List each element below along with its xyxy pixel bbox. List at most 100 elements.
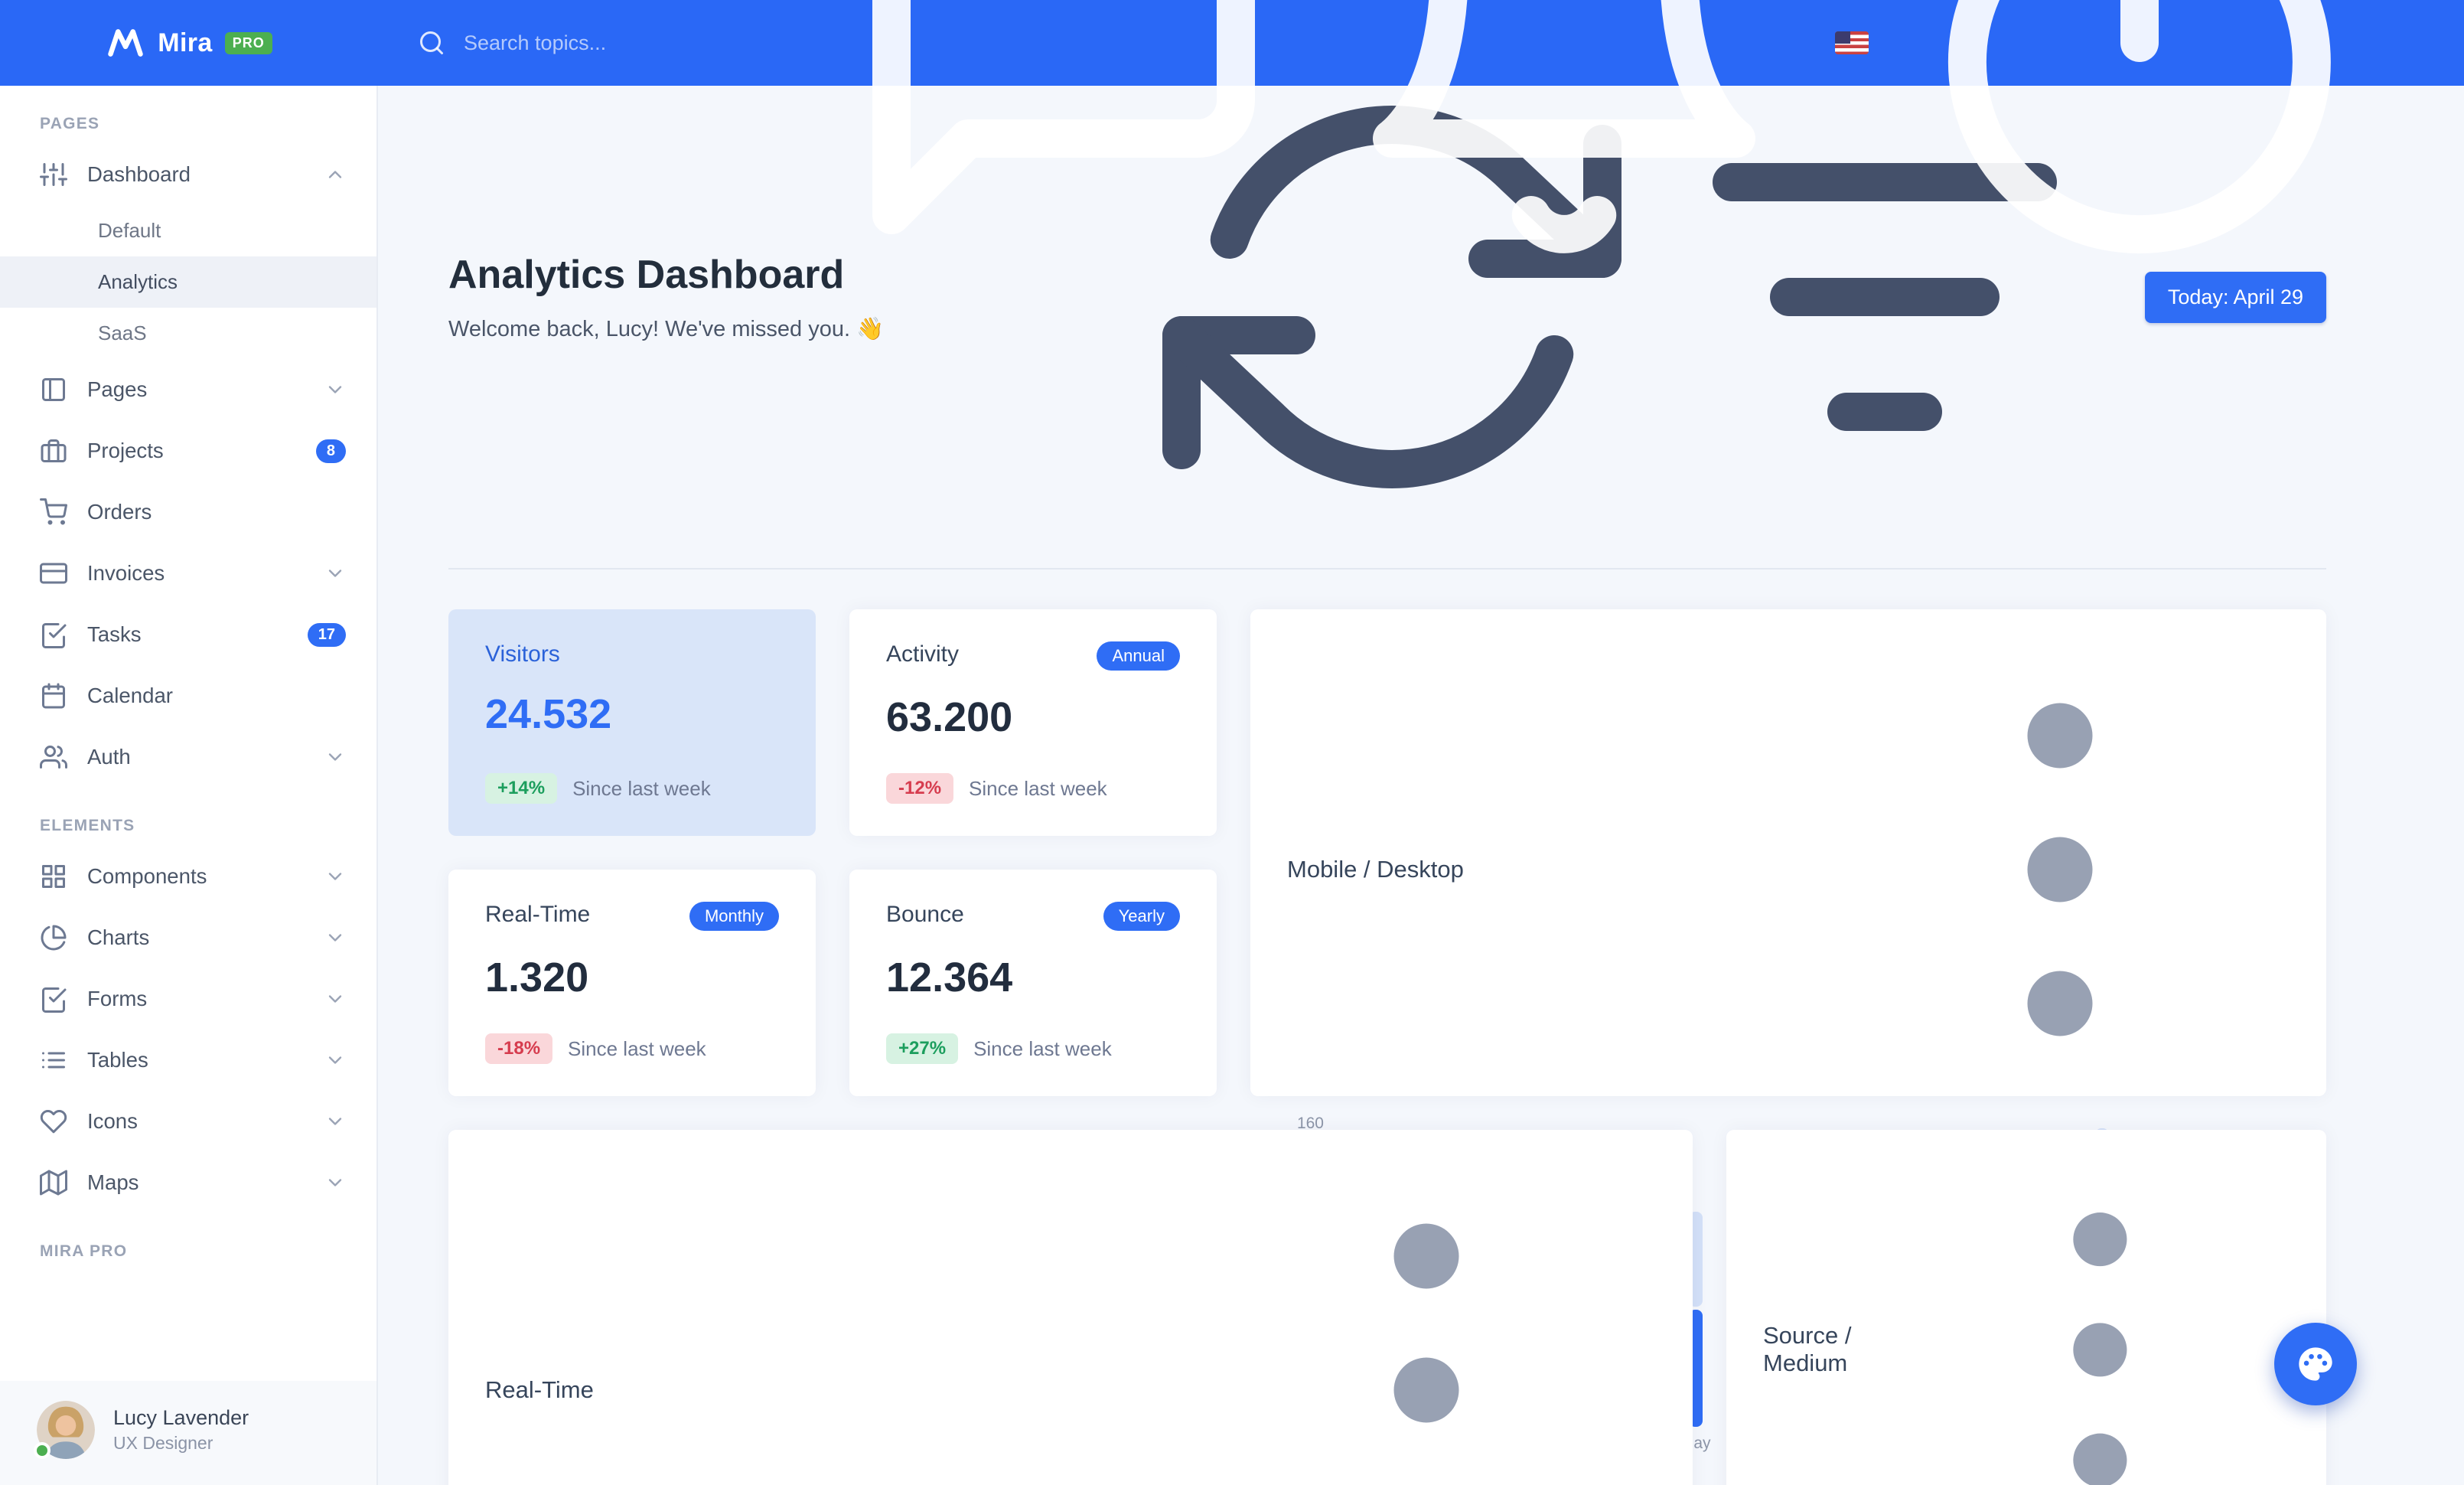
sidebar-item-invoices[interactable]: Invoices — [0, 543, 376, 604]
sidebar-item-label: Maps — [87, 1170, 139, 1194]
sidebar-section-label: ELEMENTS — [40, 817, 135, 834]
stat-title: Visitors — [485, 641, 560, 667]
search-icon — [418, 29, 445, 57]
card-title: Real-Time — [485, 1376, 594, 1403]
stat-value: 1.320 — [485, 955, 589, 1000]
bottom-grid: Real-Time + − — [448, 1130, 2326, 1485]
chevron-down-icon — [324, 866, 346, 887]
realtime-map-card: Real-Time + − — [448, 1130, 1693, 1485]
online-status-dot — [34, 1442, 51, 1459]
sidebar-item-icons[interactable]: Icons — [0, 1091, 376, 1152]
sidebar: PAGES Dashboard Default Analytics SaaS Pages P… — [0, 86, 378, 1485]
card-title: Mobile / Desktop — [1287, 856, 1464, 883]
stat-note: Since last week — [572, 776, 711, 800]
delta-badge: -12% — [886, 773, 954, 804]
sidebar-item-label: Orders — [87, 500, 152, 524]
sidebar-item-label: Invoices — [87, 561, 165, 585]
sidebar-item-orders[interactable]: Orders — [0, 481, 376, 543]
sidebar-item-label: Projects — [87, 439, 164, 462]
sidebar-subitem-analytics[interactable]: Analytics — [0, 256, 376, 308]
sidebar-subitem-saas[interactable]: SaaS — [0, 308, 376, 359]
chevron-down-icon — [324, 746, 346, 768]
pro-badge: PRO — [224, 31, 272, 54]
card-menu-button[interactable] — [1830, 640, 2290, 1099]
stat-value: 63.200 — [886, 694, 1013, 740]
heart-icon — [40, 1108, 67, 1135]
bell-icon — [1335, 0, 1794, 273]
header-divider — [448, 568, 2326, 570]
search-input[interactable] — [461, 29, 797, 57]
sign-out-button[interactable] — [1910, 0, 2369, 273]
language-button[interactable] — [1835, 31, 1869, 54]
sidebar-user[interactable]: Lucy Lavender UX Designer — [0, 1381, 376, 1485]
brand-name: Mira — [158, 28, 213, 57]
navbar-actions: 3 7 — [834, 0, 2464, 273]
delta-badge: +27% — [886, 1033, 959, 1064]
sidebar-item-label: Charts — [87, 925, 150, 949]
sidebar-item-dashboard[interactable]: Dashboard — [0, 144, 376, 205]
sidebar-item-tasks[interactable]: Tasks 17 — [0, 604, 376, 665]
sidebar-item-label: Calendar — [87, 684, 173, 707]
sidebar-item-label: Pages — [87, 377, 148, 401]
users-icon — [40, 743, 67, 771]
sidebar-item-auth[interactable]: Auth — [0, 726, 376, 788]
sidebar-item-forms[interactable]: Forms — [0, 968, 376, 1030]
shopping-cart-icon — [40, 498, 67, 526]
calendar-icon — [40, 682, 67, 710]
chevron-down-icon — [324, 563, 346, 584]
page-title: Analytics Dashboard — [448, 253, 845, 297]
sidebar-item-maps[interactable]: Maps — [0, 1152, 376, 1213]
stat-note: Since last week — [973, 1036, 1112, 1060]
chevron-down-icon — [324, 988, 346, 1010]
check-square-icon — [40, 985, 67, 1013]
credit-card-icon — [40, 560, 67, 587]
map-icon — [40, 1169, 67, 1196]
stat-note: Since last week — [969, 776, 1107, 800]
list-icon — [40, 1046, 67, 1074]
realtime-stat-card: Real-Time Monthly 1.320 -18% Since last … — [448, 870, 816, 1096]
card-title: Source / Medium — [1763, 1322, 1852, 1377]
card-menu-button[interactable] — [1197, 1160, 1656, 1485]
sidebar-item-tables[interactable]: Tables — [0, 1030, 376, 1091]
sidebar-item-projects[interactable]: Projects 8 — [0, 420, 376, 481]
welcome-text: Welcome back, Lucy! We've missed you. 👋 — [448, 317, 885, 341]
stat-value: 24.532 — [485, 691, 612, 737]
sidebar-item-components[interactable]: Components — [0, 846, 376, 907]
user-role: UX Designer — [113, 1433, 213, 1453]
date-range-button[interactable]: Today: April 29 — [2144, 271, 2326, 323]
card-menu-button[interactable] — [1911, 1160, 2290, 1485]
theme-settings-fab[interactable] — [2274, 1323, 2357, 1405]
briefcase-icon — [40, 437, 67, 465]
sidebar-item-label: Components — [87, 864, 207, 888]
message-square-icon — [834, 0, 1293, 273]
sidebar-nav: PAGES Dashboard Default Analytics SaaS Pages P… — [0, 86, 376, 1271]
notifications-button[interactable]: 7 — [1335, 0, 1794, 273]
global-search — [418, 29, 797, 57]
sidebar-item-pages[interactable]: Pages — [0, 359, 376, 420]
brand[interactable]: Mira PRO — [0, 26, 378, 60]
app: Mira PRO 3 7 PAGESDashboardDefaul — [0, 0, 2464, 1485]
source-medium-card: Source / Medium +23% new visitors Source… — [1726, 1130, 2326, 1485]
sidebar-item-charts[interactable]: Charts — [0, 907, 376, 968]
us-flag-icon — [1835, 31, 1869, 54]
count-badge: 17 — [307, 622, 346, 647]
sidebar-item-calendar[interactable]: Calendar — [0, 665, 376, 726]
sidebar-item-label: Tasks — [87, 622, 142, 646]
stat-title: Activity — [886, 641, 960, 667]
stat-title: Bounce — [886, 902, 964, 927]
period-badge: Annual — [1097, 641, 1180, 671]
delta-badge: +14% — [485, 773, 558, 804]
palette-icon — [2296, 1344, 2335, 1384]
sidebar-item-label: Dashboard — [87, 162, 191, 186]
sidebar-subitem-default[interactable]: Default — [0, 205, 376, 256]
power-icon — [1910, 0, 2369, 273]
stat-value: 12.364 — [886, 955, 1013, 1000]
sidebar-section-label: PAGES — [40, 115, 100, 132]
layout-icon — [40, 376, 67, 403]
messages-button[interactable]: 3 — [834, 0, 1293, 273]
delta-badge: -18% — [485, 1033, 553, 1064]
stat-note: Since last week — [568, 1036, 706, 1060]
visitors-card: Visitors 24.532 +14% Since last week — [448, 609, 816, 836]
count-badge: 8 — [315, 439, 346, 463]
sidebar-item-label: Auth — [87, 745, 131, 769]
